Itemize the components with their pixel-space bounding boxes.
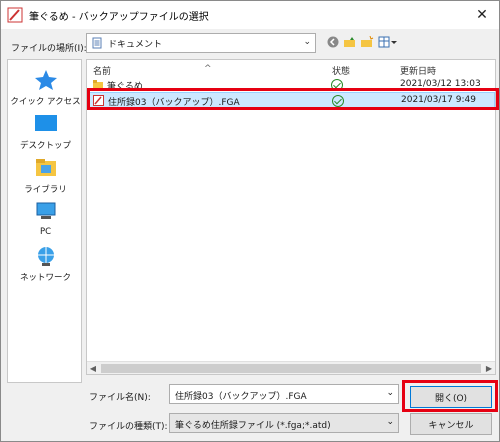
sidebar-item-network[interactable]: ネットワーク xyxy=(8,244,83,283)
view-menu-button[interactable] xyxy=(377,35,399,49)
toolbar xyxy=(326,35,399,49)
filetype-select[interactable]: 筆ぐるめ住所録ファイル (*.fga;*.atd) ⌄ xyxy=(169,413,399,433)
new-folder-icon xyxy=(361,36,374,47)
documents-icon xyxy=(92,37,102,49)
sort-ascending-icon: ^ xyxy=(204,64,212,74)
network-icon xyxy=(37,247,54,266)
back-arrow-icon xyxy=(327,36,339,48)
pc-icon xyxy=(36,202,55,219)
close-button[interactable]: ✕ xyxy=(471,5,493,25)
scroll-left-icon[interactable]: ◀ xyxy=(87,362,99,374)
scrollbar-thumb[interactable] xyxy=(101,364,481,373)
sidebar-item-library[interactable]: ライブラリ xyxy=(8,156,83,195)
filename-label: ファイル名(N): xyxy=(89,393,151,403)
location-value: ドキュメント xyxy=(108,39,163,50)
location-combo[interactable]: ドキュメント ⌄ xyxy=(86,33,316,53)
up-folder-icon xyxy=(344,37,355,47)
title-bar: 筆ぐるめ - バックアップファイルの選択 ✕ xyxy=(1,1,499,29)
location-label: ファイルの場所(I): xyxy=(11,44,87,54)
places-sidebar: クイック アクセス デスクトップ ライブラリ PC ネットワーク xyxy=(7,59,82,383)
file-name: 筆ぐるめ xyxy=(107,82,143,92)
column-header-name[interactable]: 名前 xyxy=(93,64,111,77)
library-icon xyxy=(35,159,56,176)
sidebar-item-quick-access[interactable]: クイック アクセス xyxy=(8,68,83,107)
up-folder-button[interactable] xyxy=(343,35,357,49)
fga-file-icon xyxy=(93,95,104,106)
sidebar-item-label: PC xyxy=(39,227,52,237)
sidebar-item-label: デスクトップ xyxy=(19,141,71,151)
new-folder-button[interactable] xyxy=(360,35,374,49)
sidebar-item-label: ネットワーク xyxy=(19,273,71,283)
chevron-down-icon: ⌄ xyxy=(386,417,394,427)
column-header-date[interactable]: 更新日時 xyxy=(400,64,436,77)
column-header-status[interactable]: 状態 xyxy=(332,64,350,77)
chevron-down-icon: ⌄ xyxy=(303,37,311,47)
back-button[interactable] xyxy=(326,35,340,49)
close-icon: ✕ xyxy=(476,7,488,23)
view-grid-icon xyxy=(378,36,397,48)
sidebar-item-pc[interactable]: PC xyxy=(8,200,83,237)
file-name: 住所録03（バックアップ）.FGA xyxy=(108,98,240,108)
app-brush-icon xyxy=(7,7,23,23)
filename-value: 住所録03（バックアップ）.FGA xyxy=(175,392,307,402)
star-icon xyxy=(34,70,57,90)
filetype-label: ファイルの種類(T): xyxy=(89,422,168,432)
filename-field[interactable]: 住所録03（バックアップ）.FGA ⌄ xyxy=(169,384,399,404)
list-item-selected[interactable]: 住所録03（バックアップ）.FGA 2021/03/17 9:49 xyxy=(87,92,495,109)
status-ok-icon xyxy=(332,95,344,110)
window-title: 筆ぐるめ - バックアップファイルの選択 xyxy=(29,11,209,23)
chevron-down-icon[interactable]: ⌄ xyxy=(386,388,394,398)
file-date: 2021/03/12 13:03 xyxy=(400,79,481,89)
sidebar-item-label: ライブラリ xyxy=(24,185,67,195)
sidebar-item-label: クイック アクセス xyxy=(10,97,81,107)
filetype-value: 筆ぐるめ住所録ファイル (*.fga;*.atd) xyxy=(175,421,331,431)
horizontal-scrollbar[interactable]: ◀ ▶ xyxy=(87,361,495,374)
cancel-button[interactable]: キャンセル xyxy=(410,413,492,435)
sidebar-item-desktop[interactable]: デスクトップ xyxy=(8,112,83,151)
file-open-dialog: 筆ぐるめ - バックアップファイルの選択 ✕ ファイルの場所(I): ドキュメン… xyxy=(0,0,500,442)
folder-icon xyxy=(93,80,103,89)
open-button[interactable]: 開く(O) xyxy=(410,386,492,408)
scroll-right-icon[interactable]: ▶ xyxy=(483,362,495,374)
desktop-icon xyxy=(34,115,57,131)
file-date: 2021/03/17 9:49 xyxy=(401,95,476,105)
file-list[interactable]: 名前 ^ 状態 更新日時 筆ぐるめ 2021/03/12 13:03 住所録03… xyxy=(86,59,496,375)
